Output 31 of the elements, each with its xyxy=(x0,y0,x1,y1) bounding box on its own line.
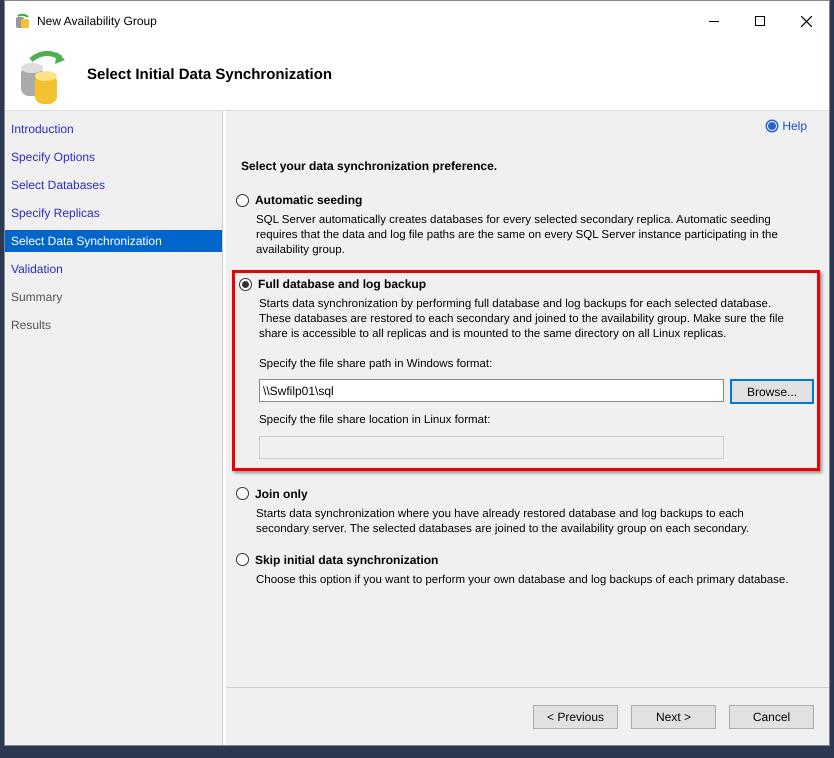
radio-button[interactable] xyxy=(236,487,249,500)
dialog-button[interactable]: Next > xyxy=(631,704,716,728)
field-label: Specify the file share path in Windows format: xyxy=(259,357,494,372)
option-description: Starts data synchronization where you have already restored database and log backups to each secondary server. The selected databases are joined to the availability group on each secondary. xyxy=(256,506,750,536)
sidebar-item[interactable]: Specify Replicas xyxy=(5,202,222,224)
option-label[interactable]: Full database and log backup xyxy=(258,275,426,293)
option-description: Starts data synchronization by performing full database and log backups for each selected database. These databases are restored to each secondary and joined to the availability group. Make sure the file share is accessible to all replicas and is mounted to the same directory on all Linux replicas. xyxy=(259,297,785,342)
radio-button[interactable] xyxy=(236,194,249,206)
sidebar-item[interactable]: Validation xyxy=(5,258,222,280)
option-label[interactable]: Skip initial data synchronization xyxy=(255,550,438,568)
windows-path-field[interactable]: \\Swfilp01\sql xyxy=(259,379,724,402)
app-icon xyxy=(15,13,31,29)
field-label: Specify the file share location in Linux format: xyxy=(259,413,492,428)
page-heading: Select Initial Data Synchronization xyxy=(87,65,332,86)
sidebar-item[interactable]: Select Databases xyxy=(5,174,222,196)
sidebar-item[interactable]: Introduction xyxy=(5,118,222,140)
option-description: Choose this option if you want to perform your own database and log backups of each primary database. xyxy=(256,572,790,588)
option-label[interactable]: Automatic seeding xyxy=(255,191,362,209)
dialog-button[interactable]: Cancel xyxy=(729,704,814,728)
option-description: SQL Server automatically creates databases for every selected secondary replica. Automatic seeding requires that the data and log file paths are the same on every SQL Server instance participating in the availability group. xyxy=(256,213,779,258)
radio-button[interactable] xyxy=(236,553,249,566)
dialog-button[interactable]: < Previous xyxy=(533,704,618,728)
prompt-text: Select your data synchronization preference. xyxy=(241,158,498,175)
help-link[interactable]: Help xyxy=(765,117,807,135)
radio-button[interactable] xyxy=(239,278,252,290)
option-label[interactable]: Join only xyxy=(255,484,308,502)
window-title: New Availability Group xyxy=(37,13,157,30)
sidebar-item[interactable]: Select Data Synchronization xyxy=(5,230,222,252)
browse-button[interactable]: Browse... xyxy=(730,379,814,404)
help-icon xyxy=(765,119,780,133)
sidebar-item[interactable]: Specify Options xyxy=(5,146,222,168)
